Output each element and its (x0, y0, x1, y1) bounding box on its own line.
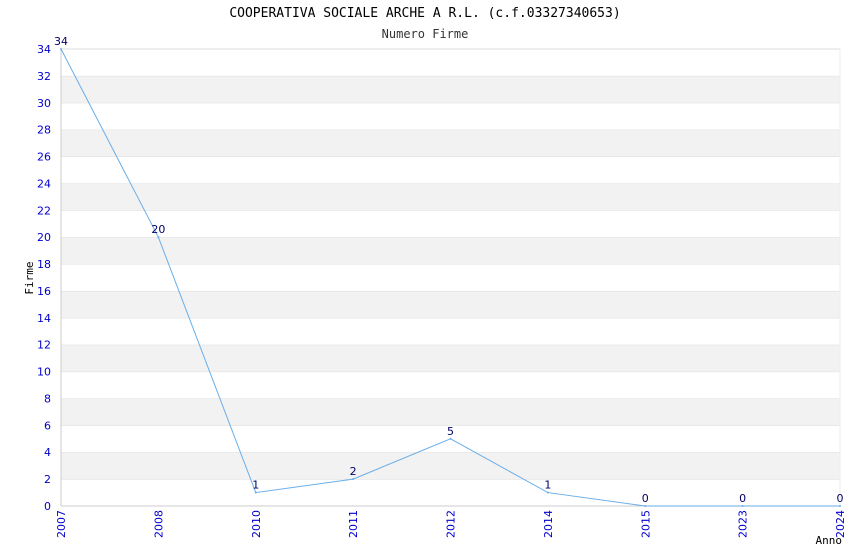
grid-band (61, 183, 840, 211)
x-tick-label: 2014 (542, 510, 555, 538)
y-tick-label: 12 (37, 339, 51, 352)
data-label: 0 (739, 492, 746, 505)
grid-band (61, 102, 840, 130)
y-tick-label: 24 (37, 177, 51, 190)
y-tick-label: 22 (37, 204, 51, 217)
data-point (546, 491, 549, 494)
data-point (157, 236, 160, 239)
data-point (449, 437, 452, 440)
y-tick-label: 18 (37, 258, 51, 271)
y-tick-label: 34 (37, 43, 51, 56)
data-label: 0 (837, 492, 844, 505)
data-label: 1 (544, 479, 551, 492)
y-tick-label: 6 (44, 419, 51, 432)
grid-band (61, 210, 840, 238)
x-axis-title: Anno (816, 534, 843, 547)
x-tick-label: 2007 (55, 510, 68, 538)
y-tick-label: 32 (37, 70, 51, 83)
data-point (741, 505, 744, 507)
data-label: 34 (54, 35, 68, 48)
data-label: 1 (252, 479, 259, 492)
y-tick-label: 4 (44, 446, 51, 459)
grid-band (61, 344, 840, 372)
x-tick-label: 2011 (347, 510, 360, 538)
data-point (60, 48, 62, 50)
grid-band (61, 479, 840, 506)
y-tick-label: 0 (44, 500, 51, 513)
grid-band (61, 237, 840, 265)
data-label: 2 (350, 465, 357, 478)
y-tick-label: 30 (37, 97, 51, 110)
x-tick-label: 2008 (152, 510, 165, 538)
data-point (644, 505, 647, 507)
grid-band (61, 290, 840, 318)
y-tick-label: 2 (44, 473, 51, 486)
y-tick-label: 16 (37, 285, 51, 298)
y-tick-label: 20 (37, 231, 51, 244)
x-tick-label: 2010 (250, 510, 263, 538)
y-tick-label: 8 (44, 392, 51, 405)
grid-band (61, 371, 840, 399)
grid-band (61, 49, 840, 76)
data-point (254, 491, 257, 494)
data-label: 5 (447, 425, 454, 438)
y-tick-label: 14 (37, 312, 51, 325)
grid-band (61, 452, 840, 480)
y-tick-labels: 0246810121416182022242628303234 (37, 43, 51, 513)
y-tick-label: 10 (37, 366, 51, 379)
grid-band (61, 156, 840, 184)
grid-band (61, 317, 840, 345)
data-label: 20 (151, 223, 165, 236)
x-tick-label: 2015 (639, 510, 652, 538)
data-point (352, 478, 355, 481)
y-tick-label: 26 (37, 151, 51, 164)
data-label: 0 (642, 492, 649, 505)
data-point (839, 505, 841, 507)
x-tick-label: 2012 (445, 510, 458, 538)
x-tick-label: 2023 (737, 510, 750, 538)
y-axis-title: Firme (23, 261, 36, 294)
line-chart: 0246810121416182022242628303234 2007 2008… (23, 35, 847, 547)
grid-band (61, 129, 840, 157)
x-tick-labels: 2007 2008 2010 2011 2012 2014 2015 2023 2024 (55, 510, 847, 538)
grid-band (61, 75, 840, 103)
grid-band (61, 398, 840, 426)
y-tick-label: 28 (37, 124, 51, 137)
